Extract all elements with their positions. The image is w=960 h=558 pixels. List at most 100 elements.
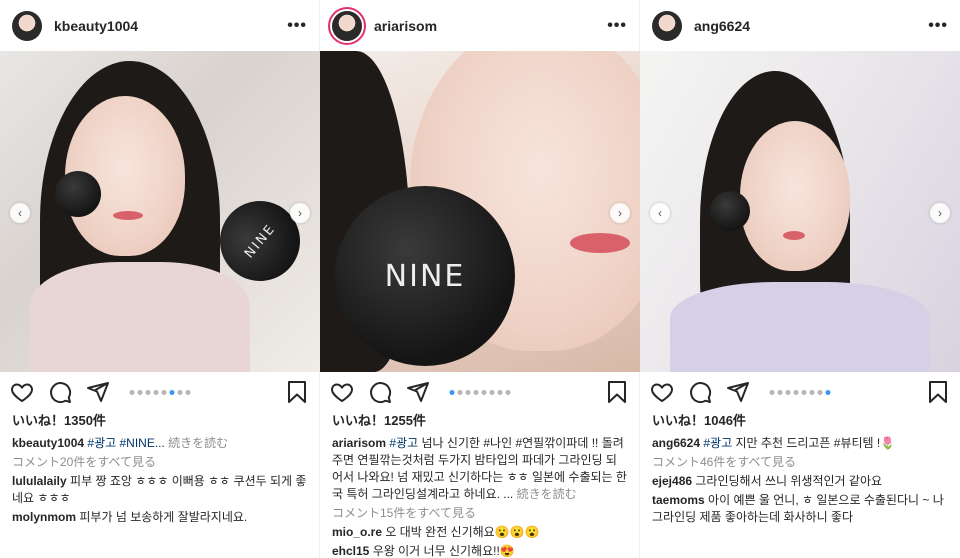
product-puff <box>710 191 750 231</box>
chevron-left-icon[interactable]: ‹ <box>650 203 670 223</box>
comment-username[interactable]: molynmom <box>12 510 76 524</box>
carousel-dot <box>497 389 502 395</box>
post-body: いいね！1046件 ang6624 #광고 지만 추천 드리고픈 #뷰티템 !🌷… <box>640 412 960 526</box>
chevron-right-icon[interactable]: › <box>290 203 310 223</box>
carousel-indicator <box>449 389 510 395</box>
view-all-comments-link[interactable]: コメント46件をすべて見る <box>652 454 948 471</box>
carousel-dot <box>801 389 807 395</box>
carousel-dot <box>185 389 190 395</box>
comment: molynmom 피부가 넘 보송하게 잘발라지네요. <box>12 509 307 526</box>
caption-username[interactable]: ariarisom <box>332 436 386 450</box>
post-image[interactable]: ‹ › <box>640 51 960 372</box>
caption-hashtags[interactable]: #광고 <box>703 436 732 450</box>
action-bar <box>0 372 319 412</box>
share-icon[interactable] <box>406 380 430 404</box>
avatar[interactable] <box>652 10 682 41</box>
action-bar <box>320 372 639 412</box>
caption-username[interactable]: ang6624 <box>652 436 700 450</box>
comment-icon[interactable] <box>368 380 392 404</box>
comment-text: 피부가 넘 보송하게 잘발라지네요. <box>79 510 248 524</box>
carousel-dot <box>153 389 158 395</box>
more-icon[interactable]: ••• <box>287 17 307 35</box>
bookmark-icon[interactable] <box>285 380 309 404</box>
comment: ehcl15 우왕 이거 너무 신기해요!!😍 <box>332 543 627 558</box>
post-image[interactable]: NINE ‹ › <box>0 51 320 372</box>
avatar[interactable] <box>332 10 362 41</box>
comment-username[interactable]: ehcl15 <box>332 544 369 558</box>
comment-username[interactable]: mio_o.re <box>332 525 382 539</box>
bookmark-icon[interactable] <box>605 380 629 404</box>
action-bar <box>640 372 960 412</box>
post-header: ang6624 ••• <box>640 0 960 51</box>
carousel-dot <box>769 389 775 395</box>
carousel-dot <box>777 389 783 395</box>
comment-text: 오 대박 완전 신기해요😮😮😮 <box>385 525 540 539</box>
carousel-dot <box>137 389 142 395</box>
post-body: いいね！1255件 ariarisom #광고 넘나 신기한 #나인 #연필깎이… <box>320 412 639 558</box>
carousel-dot <box>129 389 134 395</box>
post-card: ariarisom ••• NINE › いいね！1255件 ariarisom… <box>320 0 640 558</box>
carousel-indicator <box>129 389 190 395</box>
more-icon[interactable]: ••• <box>607 17 627 35</box>
post-header: ariarisom ••• <box>320 0 639 51</box>
carousel-dot <box>177 389 182 395</box>
heart-icon[interactable] <box>10 380 34 404</box>
post-card: ang6624 ••• ‹ › いいね！1046件 ang6624 #광고 지만… <box>640 0 960 558</box>
post-username[interactable]: ariarisom <box>374 18 607 34</box>
share-icon[interactable] <box>86 380 110 404</box>
post-username[interactable]: kbeauty1004 <box>54 18 287 34</box>
carousel-dot <box>161 389 166 395</box>
carousel-dot <box>817 389 823 395</box>
carousel-dot <box>809 389 815 395</box>
heart-icon[interactable] <box>650 380 674 404</box>
heart-icon[interactable] <box>330 380 354 404</box>
caption-hashtags[interactable]: #광고 <box>389 436 418 450</box>
like-count[interactable]: いいね！1046件 <box>652 412 948 429</box>
more-icon[interactable]: ••• <box>928 17 948 35</box>
post-username[interactable]: ang6624 <box>694 18 928 34</box>
comment-username[interactable]: taemoms <box>652 493 705 507</box>
carousel-dot <box>169 389 174 395</box>
product-puff <box>55 171 101 217</box>
avatar[interactable] <box>12 10 42 41</box>
share-icon[interactable] <box>726 380 750 404</box>
carousel-dot <box>449 389 454 395</box>
carousel-dot <box>785 389 791 395</box>
comment-icon[interactable] <box>48 380 72 404</box>
carousel-indicator <box>769 389 831 395</box>
carousel-dot <box>489 389 494 395</box>
caption-username[interactable]: kbeauty1004 <box>12 436 84 450</box>
post-card: kbeauty1004 ••• NINE ‹ › いいね！1350件 kbeau… <box>0 0 320 558</box>
comment: taemoms 아이 예쁜 울 언니, ㅎ 일본으로 수출된다니 ~ 나 그라인… <box>652 492 948 526</box>
carousel-dot <box>505 389 510 395</box>
comment-text: 우왕 이거 너무 신기해요!!😍 <box>372 544 515 558</box>
chevron-right-icon[interactable]: › <box>930 203 950 223</box>
view-all-comments-link[interactable]: コメント15件をすべて見る <box>332 505 627 522</box>
caption-hashtags[interactable]: #광고 #NINE... <box>87 436 164 450</box>
carousel-dot <box>465 389 470 395</box>
caption: ariarisom #광고 넘나 신기한 #나인 #연필깎이파데 !! 돌려주면… <box>332 435 627 503</box>
chevron-right-icon[interactable]: › <box>610 203 630 223</box>
product-compact: NINE <box>335 186 515 366</box>
view-all-comments-link[interactable]: コメント20件をすべて見る <box>12 454 307 471</box>
chevron-left-icon[interactable]: ‹ <box>10 203 30 223</box>
caption: kbeauty1004 #광고 #NINE... 続きを読む <box>12 435 307 452</box>
bookmark-icon[interactable] <box>926 380 950 404</box>
like-count[interactable]: いいね！1350件 <box>12 412 307 429</box>
comment-username[interactable]: ejej486 <box>652 474 692 488</box>
comment-text: 그라인딩해서 쓰니 위생적인거 같아요 <box>695 474 883 488</box>
comment-icon[interactable] <box>688 380 712 404</box>
caption-text: 지만 추천 드리고픈 #뷰티템 !🌷 <box>735 436 896 450</box>
like-count[interactable]: いいね！1255件 <box>332 412 627 429</box>
post-image[interactable]: NINE › <box>320 51 640 372</box>
read-more-link[interactable]: 続きを読む <box>168 436 228 450</box>
carousel-dot <box>481 389 486 395</box>
carousel-dot <box>473 389 478 395</box>
carousel-dot <box>145 389 150 395</box>
comment: lululalaily 피부 짱 죠앙 ㅎㅎㅎ 이뻐용 ㅎㅎ 쿠션두 되게 좋네… <box>12 473 307 507</box>
carousel-dot <box>825 389 831 395</box>
comment-username[interactable]: lululalaily <box>12 474 67 488</box>
carousel-dot <box>793 389 799 395</box>
read-more-link[interactable]: 続きを読む <box>517 487 577 501</box>
post-header: kbeauty1004 ••• <box>0 0 319 51</box>
